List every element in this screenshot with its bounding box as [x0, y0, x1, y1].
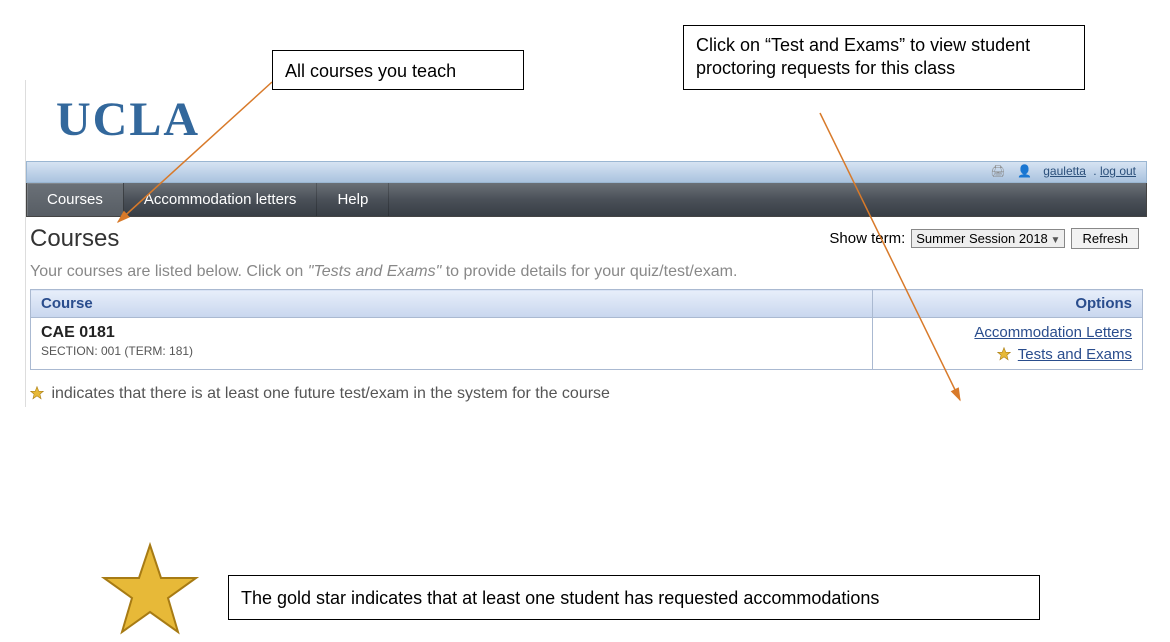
annotation-all-courses: All courses you teach: [272, 50, 524, 90]
user-strip: 🖨 👤 gauletta . log out: [26, 161, 1147, 183]
nav-help[interactable]: Help: [317, 183, 389, 216]
col-course: Course: [31, 290, 873, 318]
course-code: CAE 0181: [41, 324, 862, 342]
course-section: SECTION: 001 (TERM: 181): [41, 344, 862, 358]
person-icon: 👤: [1017, 164, 1032, 178]
username-link[interactable]: gauletta: [1043, 164, 1086, 178]
show-term-label: Show term:: [829, 230, 905, 247]
link-accommodation-letters[interactable]: Accommodation Letters: [974, 324, 1132, 341]
star-icon: [997, 347, 1011, 361]
main-nav: Courses Accommodation letters Help: [26, 183, 1147, 217]
refresh-button[interactable]: Refresh: [1071, 228, 1139, 249]
legend: indicates that there is at least one fut…: [30, 384, 1143, 403]
term-select[interactable]: Summer Session 2018: [911, 229, 1065, 248]
logout-link[interactable]: log out: [1100, 164, 1136, 178]
courses-table: Course Options CAE 0181 SECTION: 001 (TE…: [30, 289, 1143, 370]
page-title: Courses: [30, 223, 119, 253]
hint-text: Your courses are listed below. Click on …: [30, 263, 1143, 281]
table-row: CAE 0181 SECTION: 001 (TERM: 181) Accomm…: [31, 318, 1143, 370]
star-icon: [30, 386, 44, 400]
link-tests-and-exams[interactable]: Tests and Exams: [1018, 346, 1132, 363]
nav-courses[interactable]: Courses: [27, 183, 124, 216]
app-window: UCLA 🖨 👤 gauletta . log out Courses Acco…: [25, 80, 1147, 407]
nav-accommodation-letters[interactable]: Accommodation letters: [124, 183, 318, 216]
print-icon[interactable]: 🖨: [990, 164, 1005, 178]
annotation-tests-exams: Click on “Test and Exams” to view studen…: [683, 25, 1085, 90]
col-options: Options: [873, 290, 1143, 318]
star-icon-large: [100, 540, 200, 640]
annotation-gold-star: The gold star indicates that at least on…: [228, 575, 1040, 620]
brand-logo: UCLA: [26, 80, 1147, 161]
